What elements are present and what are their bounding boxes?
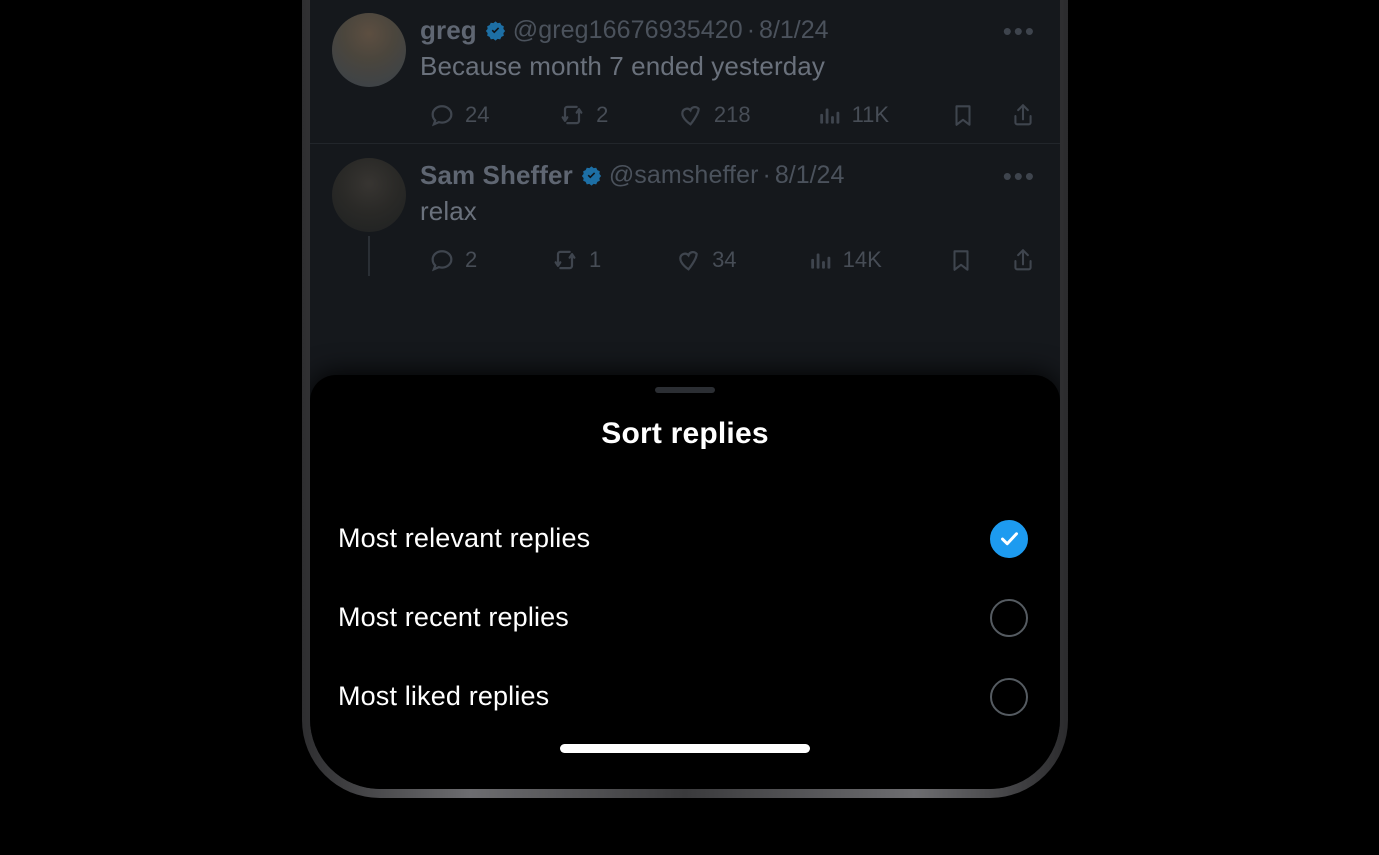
tweet-header-row: Sam Sheffer @samsheffer · 8/1/24 ••• rel… <box>332 144 1036 238</box>
radio-unselected-icon[interactable] <box>990 598 1028 637</box>
views-action[interactable]: 14K <box>808 247 882 273</box>
tweet-handle: @greg16676935420 <box>512 16 743 44</box>
reply-icon <box>428 101 456 129</box>
home-indicator[interactable] <box>560 744 810 753</box>
share-icon <box>1010 246 1036 274</box>
views-icon <box>808 247 834 273</box>
avatar[interactable] <box>332 13 406 87</box>
verified-badge-icon <box>581 165 602 186</box>
bookmark-action[interactable] <box>950 101 976 129</box>
like-icon <box>676 101 705 129</box>
tweet-body: greg @greg16676935420 · 8/1/24 ••• Becau… <box>420 13 1036 87</box>
sort-replies-sheet: Sort replies Most relevant replies Most … <box>310 375 1060 789</box>
sort-option-label: Most liked replies <box>338 681 550 711</box>
like-action[interactable]: 34 <box>674 246 737 274</box>
views-count: 14K <box>842 247 882 272</box>
like-icon <box>674 246 703 274</box>
phone-device-frame: Yeah 256 121 <box>302 0 1068 798</box>
tweet-item[interactable]: Sam Sheffer @samsheffer · 8/1/24 ••• rel… <box>310 143 1060 288</box>
retweet-icon <box>550 246 580 274</box>
radio-selected-icon[interactable] <box>990 519 1028 558</box>
reply-action[interactable]: 2 <box>428 246 477 274</box>
phone-screen: Yeah 256 121 <box>310 0 1060 789</box>
tweet-author-name: greg <box>420 15 477 45</box>
sort-option-label: Most recent replies <box>338 602 569 632</box>
retweet-count: 1 <box>589 247 602 272</box>
share-action[interactable] <box>1010 101 1036 129</box>
tweet-date: 8/1/24 <box>759 16 829 44</box>
retweet-action[interactable]: 1 <box>550 246 601 274</box>
tweet-separator: · <box>746 16 756 44</box>
share-icon <box>1010 101 1036 129</box>
bookmark-action[interactable] <box>948 246 974 274</box>
radio-unselected-icon[interactable] <box>990 677 1028 716</box>
reply-count: 24 <box>465 102 490 127</box>
tweet-text: relax <box>420 196 477 226</box>
thread-connector-line <box>368 236 370 276</box>
reply-icon <box>428 246 456 274</box>
sort-options-list: Most relevant replies Most recent replie… <box>310 499 1060 736</box>
views-action[interactable]: 11K <box>817 102 890 128</box>
avatar[interactable] <box>332 158 406 232</box>
tweet-action-bar: 2 1 34 14K <box>332 238 1036 288</box>
views-count: 11K <box>851 102 890 127</box>
tweet-separator: · <box>762 161 771 189</box>
retweet-action[interactable]: 2 <box>557 101 608 129</box>
share-action[interactable] <box>1010 246 1036 274</box>
tweet-action-bar: 24 2 218 11K <box>332 93 1036 143</box>
screenshot-canvas: Yeah 256 121 <box>0 0 1379 855</box>
reply-count: 2 <box>465 247 478 272</box>
tweet-body: Sam Sheffer @samsheffer · 8/1/24 ••• rel… <box>420 158 1036 232</box>
more-options-icon[interactable]: ••• <box>987 163 1036 189</box>
tweet-author-name: Sam Sheffer <box>420 160 573 190</box>
sort-option-most-relevant[interactable]: Most relevant replies <box>338 499 1028 578</box>
tweet-text: Because month 7 ended yesterday <box>420 51 825 81</box>
retweet-icon <box>557 101 587 129</box>
like-action[interactable]: 218 <box>676 101 751 129</box>
sort-option-most-recent[interactable]: Most recent replies <box>338 578 1028 657</box>
tweet-date: 8/1/24 <box>774 161 845 189</box>
sort-option-label: Most relevant replies <box>338 523 591 553</box>
phone-bezel-inner: Yeah 256 121 <box>310 0 1060 789</box>
bookmark-icon <box>948 246 974 274</box>
tweet-handle: @samsheffer <box>608 161 759 189</box>
bookmark-icon <box>950 101 976 129</box>
more-options-icon[interactable]: ••• <box>987 18 1036 44</box>
tweet-author-line: greg @greg16676935420 · 8/1/24 ••• <box>420 15 1036 46</box>
like-count: 218 <box>713 102 751 127</box>
tweet-item[interactable]: greg @greg16676935420 · 8/1/24 ••• Becau… <box>310 0 1060 143</box>
verified-badge-icon <box>485 20 506 41</box>
tweet-author-line: Sam Sheffer @samsheffer · 8/1/24 ••• <box>420 160 1036 191</box>
retweet-count: 2 <box>596 102 609 127</box>
tweet-header-row: greg @greg16676935420 · 8/1/24 ••• Becau… <box>332 0 1036 93</box>
sort-option-most-liked[interactable]: Most liked replies <box>338 657 1028 736</box>
views-icon <box>817 102 843 128</box>
reply-action[interactable]: 24 <box>428 101 489 129</box>
drag-handle[interactable] <box>655 387 715 393</box>
like-count: 34 <box>712 247 737 272</box>
